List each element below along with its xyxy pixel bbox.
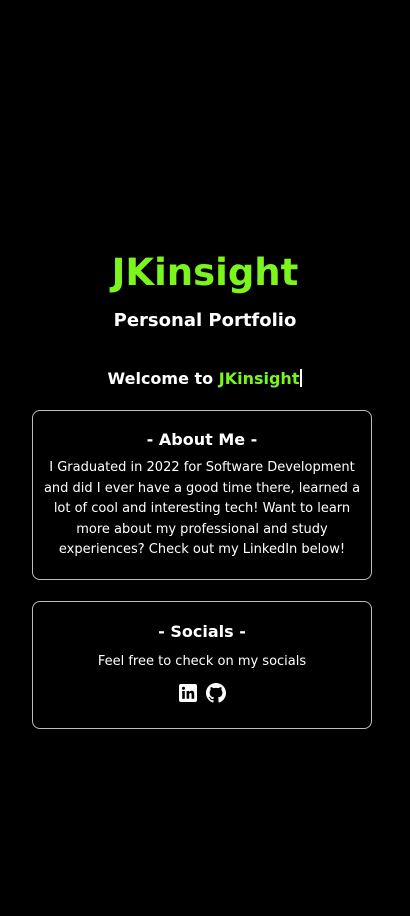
- welcome-heading: Welcome to JKinsight: [0, 368, 410, 390]
- welcome-prefix: Welcome to: [107, 369, 219, 388]
- about-title: - About Me -: [146, 430, 258, 449]
- linkedin-icon[interactable]: [178, 683, 198, 703]
- social-links: [33, 682, 371, 703]
- site-subtitle: Personal Portfolio: [113, 310, 297, 331]
- about-card: - About Me - I Graduated in 2022 for Sof…: [32, 410, 372, 580]
- socials-title: - Socials -: [158, 622, 246, 641]
- page: JKinsight Personal Portfolio Welcome to …: [0, 0, 410, 916]
- welcome-highlight: JKinsight: [218, 369, 300, 388]
- site-title: JKinsight: [111, 251, 299, 294]
- about-text: I Graduated in 2022 for Software Develop…: [43, 460, 361, 557]
- socials-card: - Socials - Feel free to check on my soc…: [32, 601, 372, 729]
- socials-text: Feel free to check on my socials: [97, 654, 307, 669]
- github-icon[interactable]: [206, 682, 226, 703]
- typing-caret: [300, 369, 303, 387]
